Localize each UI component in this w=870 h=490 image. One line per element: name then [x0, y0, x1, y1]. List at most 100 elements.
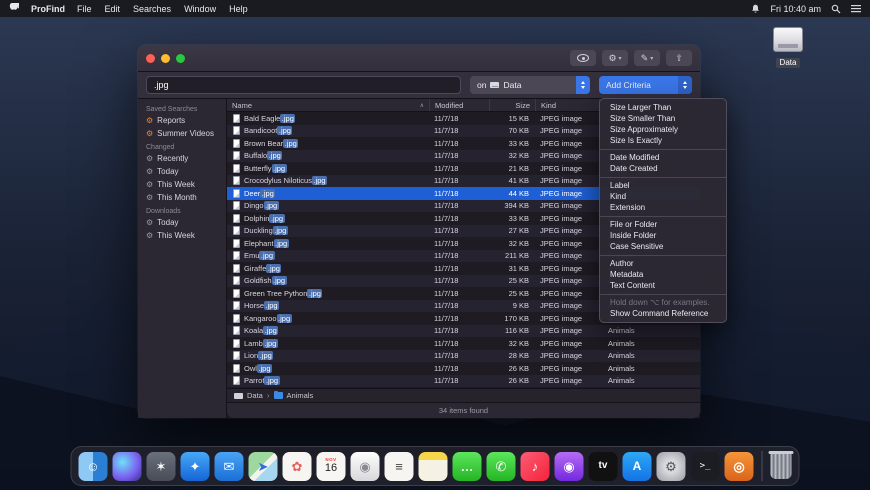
preview-button[interactable] [570, 50, 596, 66]
dock-icon-notes[interactable] [419, 452, 448, 481]
sidebar-item-this-week[interactable]: ⚙This Week [138, 178, 226, 191]
file-name-cell: Buffalo.jpg [227, 151, 429, 160]
actions-button[interactable]: ⚙▾ [602, 50, 628, 66]
menu-item-date-modified[interactable]: Date Modified [600, 152, 726, 163]
close-button[interactable] [146, 54, 155, 63]
folder-icon [274, 392, 283, 399]
menu-searches[interactable]: Searches [133, 4, 171, 14]
dock-icon-mail[interactable]: ✉ [215, 452, 244, 481]
menu-hint-text: Hold down ⌥ for examples. [600, 297, 726, 308]
menu-item-size-smaller-than[interactable]: Size Smaller Than [600, 113, 726, 124]
menu-item-size-larger-than[interactable]: Size Larger Than [600, 102, 726, 113]
path-separator: › [267, 391, 270, 400]
search-match-highlight: .jpg [259, 251, 274, 260]
path-item-folder[interactable]: Animals [287, 391, 314, 400]
edit-button[interactable]: ✎▾ [634, 50, 660, 66]
column-header-kind[interactable]: Kind [535, 99, 599, 111]
dock-icon-safari[interactable]: ✦ [181, 452, 210, 481]
menu-item-show-command-reference[interactable]: Show Command Reference [600, 308, 726, 319]
menu-item-date-created[interactable]: Date Created [600, 163, 726, 174]
file-name: Crocodylus Niloticus.jpg [244, 176, 327, 185]
dock-icon-photos[interactable]: ✿ [283, 452, 312, 481]
file-size: 27 KB [489, 226, 535, 235]
dock-icon-siri[interactable] [113, 452, 142, 481]
file-modified: 11/7/18 [429, 364, 489, 373]
menu-item-extension[interactable]: Extension [600, 202, 726, 213]
file-modified: 11/7/18 [429, 301, 489, 310]
menu-edit[interactable]: Edit [105, 4, 121, 14]
file-name-cell: Dingo.jpg [227, 201, 429, 210]
menu-window[interactable]: Window [184, 4, 216, 14]
file-modified: 11/7/18 [429, 264, 489, 273]
sidebar-item-today[interactable]: ⚙Today [138, 216, 226, 229]
menu-item-inside-folder[interactable]: Inside Folder [600, 230, 726, 241]
table-row[interactable]: Koala.jpg11/7/18116 KBJPEG imageAnimals [227, 325, 700, 338]
table-row[interactable]: Lion.jpg11/7/1828 KBJPEG imageAnimals [227, 350, 700, 363]
sidebar-item-this-month[interactable]: ⚙This Month [138, 191, 226, 204]
spotlight-icon[interactable] [831, 4, 841, 14]
path-item-volume[interactable]: Data [247, 391, 263, 400]
menu-item-case-sensitive[interactable]: Case Sensitive [600, 241, 726, 252]
menu-item-text-content[interactable]: Text Content [600, 280, 726, 291]
menu-item-kind[interactable]: Kind [600, 191, 726, 202]
dock-icon-trash[interactable] [771, 453, 792, 479]
dock-icon-contacts[interactable]: ◉ [351, 452, 380, 481]
menu-item-size-approximately[interactable]: Size Approximately [600, 124, 726, 135]
table-row[interactable]: Parrot.jpg11/7/1826 KBJPEG imageAnimals [227, 375, 700, 388]
menu-help[interactable]: Help [229, 4, 248, 14]
menu-item-author[interactable]: Author [600, 258, 726, 269]
search-input[interactable]: .jpg [146, 76, 461, 94]
dock-icon-profind[interactable]: ◎ [725, 452, 754, 481]
scope-popup[interactable]: on Data [470, 76, 590, 94]
add-criteria-popup[interactable]: Add Criteria [599, 76, 692, 94]
column-header-name[interactable]: Name ∧ [227, 99, 429, 111]
dock-icon-facetime[interactable]: ✆ [487, 452, 516, 481]
file-name: Emu.jpg [244, 251, 275, 260]
dock-icon-terminal[interactable]: >_ [691, 452, 720, 481]
file-kind: JPEG image [535, 189, 599, 198]
sidebar-item-today[interactable]: ⚙Today [138, 165, 226, 178]
dock-icon-tv[interactable]: tv [589, 452, 618, 481]
dock-icon-podcasts[interactable]: ◉ [555, 452, 584, 481]
table-row[interactable]: Lamb.jpg11/7/1832 KBJPEG imageAnimals [227, 337, 700, 350]
dock-icon-finder[interactable]: ☺ [79, 452, 108, 481]
minimize-button[interactable] [161, 54, 170, 63]
file-name-cell: Koala.jpg [227, 326, 429, 335]
table-row[interactable]: Owl.jpg11/7/1826 KBJPEG imageAnimals [227, 362, 700, 375]
menu-list-icon[interactable] [851, 4, 861, 13]
file-modified: 11/7/18 [429, 139, 489, 148]
dock-icon-launchpad[interactable]: ✶ [147, 452, 176, 481]
menu-item-label[interactable]: Label [600, 180, 726, 191]
menu-item-metadata[interactable]: Metadata [600, 269, 726, 280]
dock-icon-messages[interactable]: … [453, 452, 482, 481]
column-header-modified[interactable]: Modified [429, 99, 489, 111]
column-header-size[interactable]: Size [489, 99, 535, 111]
sidebar-item-summer-videos[interactable]: ⚙Summer Videos [138, 127, 226, 140]
dock-icon-settings[interactable]: ⚙ [657, 452, 686, 481]
menu-item-size-is-exactly[interactable]: Size Is Exactly [600, 135, 726, 146]
notification-icon[interactable] [751, 4, 760, 14]
file-size: 44 KB [489, 189, 535, 198]
dock-icon-calendar[interactable]: NOV16 [317, 452, 346, 481]
file-name: Dolphin.jpg [244, 214, 285, 223]
sidebar-item-recently[interactable]: ⚙Recently [138, 152, 226, 165]
zoom-button[interactable] [176, 54, 185, 63]
dock-icon-music[interactable]: ♪ [521, 452, 550, 481]
sidebar-item-reports[interactable]: ⚙Reports [138, 114, 226, 127]
sidebar-item-this-week[interactable]: ⚙This Week [138, 229, 226, 242]
dock-icon-maps[interactable]: ➤ [249, 452, 278, 481]
dock-icon-reminders[interactable]: ≡ [385, 452, 414, 481]
menu-clock[interactable]: Fri 10:40 am [770, 4, 821, 14]
menu-file[interactable]: File [77, 4, 92, 14]
title-bar: ⚙▾ ✎▾ ⇧ [138, 45, 700, 72]
menu-app-name[interactable]: ProFind [31, 4, 65, 14]
menu-item-file-or-folder[interactable]: File or Folder [600, 219, 726, 230]
share-button[interactable]: ⇧ [666, 50, 692, 66]
volume-label: Data [776, 58, 801, 68]
file-size: 26 KB [489, 364, 535, 373]
dock-icon-appstore[interactable]: A [623, 452, 652, 481]
menu-bar: ProFind File Edit Searches Window Help F… [0, 0, 870, 17]
search-match-highlight: .jpg [273, 226, 288, 235]
apple-menu[interactable] [9, 3, 19, 15]
desktop-volume-data[interactable]: Data [766, 27, 810, 70]
